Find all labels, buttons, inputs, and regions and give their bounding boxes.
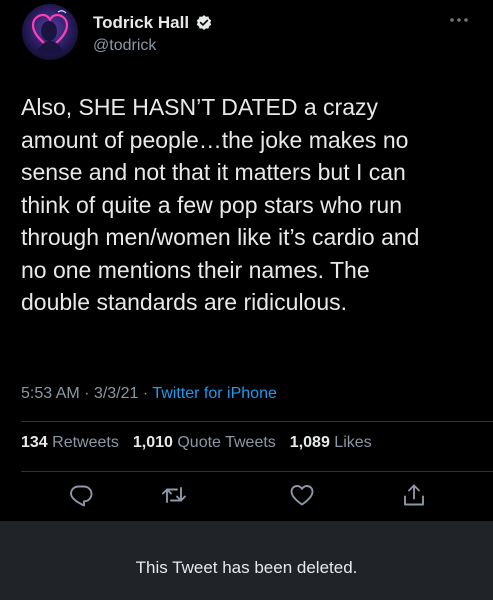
share-icon[interactable] [400,481,428,509]
tweet-time[interactable]: 5:53 AM [21,385,80,402]
meta-separator: · [84,385,90,402]
reply-icon[interactable] [67,481,95,509]
divider [21,421,493,422]
tweet-source-link[interactable]: Twitter for iPhone [152,385,277,402]
tweet-text: Also, SHE HASN’T DATED a crazy amount of… [21,94,420,315]
like-icon[interactable] [288,481,316,509]
likes-stat[interactable]: 1,089 Likes [290,434,372,451]
retweets-count: 134 [21,434,48,451]
tweet-date[interactable]: 3/3/21 [94,385,138,402]
retweet-icon[interactable] [160,481,188,509]
verified-badge-icon [195,14,213,32]
meta-separator: · [142,385,149,402]
author-handle[interactable]: @todrick [93,37,156,55]
avatar-image [22,4,78,60]
engagement-stats: 134 Retweets 1,010 Quote Tweets 1,089 Like… [21,434,372,452]
avatar[interactable] [22,4,78,60]
divider [21,471,493,472]
deleted-tweet-message: This Tweet has been deleted. [135,558,358,577]
retweets-stat[interactable]: 134 Retweets [21,434,119,451]
quote-tweets-label: Quote Tweets [177,434,276,451]
author-name[interactable]: Todrick Hall [93,13,189,33]
likes-label: Likes [334,434,372,451]
quote-tweets-count: 1,010 [132,434,173,451]
more-options-icon[interactable] [448,12,470,22]
author-name-row: Todrick Hall [93,13,213,33]
quote-tweets-stat[interactable]: 1,010 Quote Tweets [133,434,276,451]
retweets-label: Retweets [52,434,119,451]
likes-count: 1,089 [289,434,330,451]
tweet-metadata: 5:53 AM · 3/3/21 · Twitter for iPhone [21,385,277,403]
